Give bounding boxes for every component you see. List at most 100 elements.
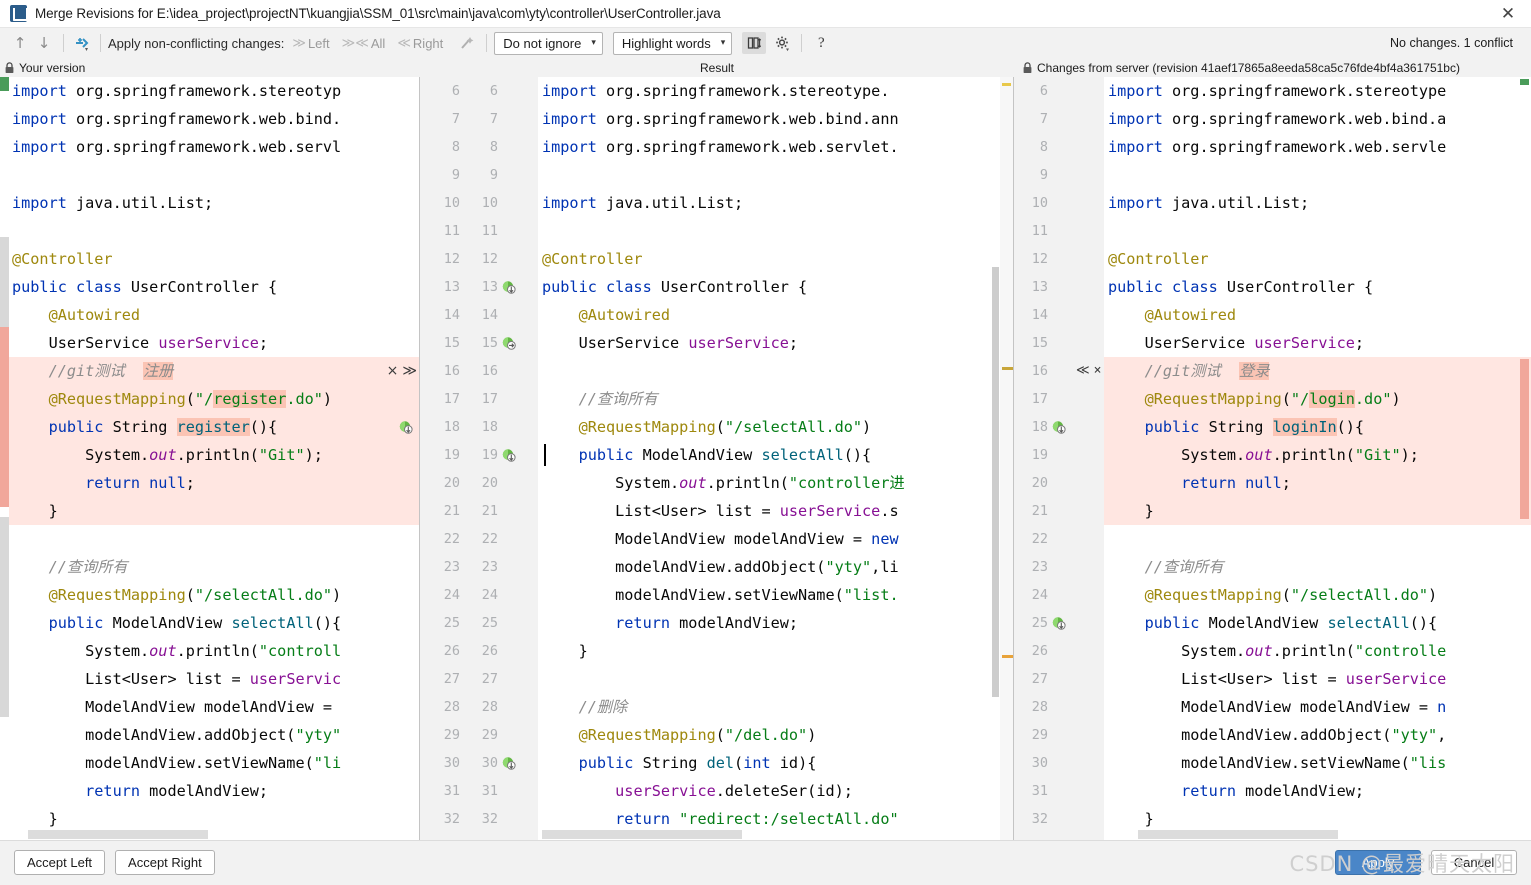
- result-code-content[interactable]: import org.springframework.stereotype. im…: [542, 77, 1013, 840]
- gutter-icon-slot[interactable]: [502, 560, 524, 574]
- result-editor-pane[interactable]: 6 6 7 7 8 8 9 9 10 10 11 11 12 12 13 13 14 14 15 15 16 16 17 17…: [420, 77, 1014, 840]
- apply-all-button[interactable]: ≫≪ All: [342, 36, 386, 51]
- remove-conflict-icon[interactable]: ×: [387, 363, 399, 379]
- right-horizontal-scrollbar[interactable]: [1014, 829, 1531, 840]
- gutter-icon-slot[interactable]: [1052, 196, 1072, 210]
- gutter-icon-slot[interactable]: [1052, 644, 1072, 658]
- gutter-icon-slot[interactable]: [1052, 784, 1072, 798]
- accept-right-button[interactable]: Accept Right: [115, 850, 215, 875]
- result-hscroll-thumb[interactable]: [542, 830, 742, 839]
- left-code-content[interactable]: import org.springframework.stereotyp impo…: [12, 77, 419, 840]
- cancel-button[interactable]: Cancel: [1431, 850, 1517, 875]
- gutter-icon-slot[interactable]: [1052, 448, 1072, 462]
- gutter-icon-slot[interactable]: [502, 280, 524, 294]
- gutter-icon-slot[interactable]: [502, 196, 524, 210]
- gutter-icon-slot[interactable]: [1052, 392, 1072, 406]
- accept-left-button[interactable]: Accept Left: [14, 850, 106, 875]
- gutter-icon-slot[interactable]: [1052, 364, 1072, 378]
- gutter-icon-slot[interactable]: [502, 448, 524, 462]
- gutter-icon-slot[interactable]: [1052, 616, 1072, 630]
- right-editor-pane[interactable]: 6 7 8 9 10 11 12 13 14 15 16 ≪ × 17 18 19 20 21 22 23 24 25 26…: [1014, 77, 1531, 840]
- gutter-icon-slot[interactable]: [1052, 168, 1072, 182]
- right-hscroll-thumb[interactable]: [1138, 830, 1338, 839]
- gutter-icon-slot[interactable]: [1052, 756, 1072, 770]
- gutter-icon-slot[interactable]: [1052, 224, 1072, 238]
- override-icon[interactable]: [399, 420, 413, 434]
- result-error-stripe[interactable]: [1000, 77, 1013, 840]
- right-code-content[interactable]: import org.springframework.stereotype imp…: [1108, 77, 1531, 840]
- gutter-icon-slot[interactable]: [1052, 728, 1072, 742]
- gutter-icon-slot[interactable]: [1052, 672, 1072, 686]
- left-horizontal-scrollbar[interactable]: [0, 829, 419, 840]
- gutter-icon-slot[interactable]: [502, 756, 524, 770]
- gutter-icon-slot[interactable]: [502, 644, 524, 658]
- push-left-icon[interactable]: ≪: [1076, 357, 1090, 385]
- next-difference-icon[interactable]: ↓: [32, 31, 56, 55]
- gutter-icon-slot[interactable]: [502, 364, 524, 378]
- gutter-icon-slot[interactable]: [1052, 812, 1072, 826]
- gutter-icon-slot[interactable]: [1052, 420, 1072, 434]
- gutter-icon-slot[interactable]: [502, 420, 524, 434]
- gutter-icon-slot[interactable]: [1052, 560, 1072, 574]
- result-vscroll-thumb[interactable]: [992, 267, 999, 697]
- gear-icon[interactable]: [770, 32, 794, 54]
- code-token: }: [1108, 502, 1154, 520]
- gutter-icon-slot[interactable]: [1052, 280, 1072, 294]
- gutter-icon-slot[interactable]: [502, 224, 524, 238]
- gutter-icon-slot[interactable]: [1052, 84, 1072, 98]
- previous-difference-icon[interactable]: ↑: [8, 31, 32, 55]
- gutter-icon-slot[interactable]: [1052, 252, 1072, 266]
- gutter-icon-slot[interactable]: [502, 252, 524, 266]
- gutter-icon-slot[interactable]: [1052, 504, 1072, 518]
- gutter-icon-slot[interactable]: [502, 392, 524, 406]
- gutter-icon-slot[interactable]: [1052, 476, 1072, 490]
- warning-marker[interactable]: [1002, 83, 1011, 86]
- magic-resolve-icon[interactable]: [455, 31, 479, 55]
- gutter-icon-slot[interactable]: [502, 168, 524, 182]
- gutter-icon-slot[interactable]: [502, 308, 524, 322]
- gutter-icon-slot[interactable]: [502, 700, 524, 714]
- gutter-icon-slot[interactable]: [502, 616, 524, 630]
- warning-marker[interactable]: [1002, 655, 1013, 658]
- gutter-icon-slot[interactable]: [502, 476, 524, 490]
- gutter-icon-slot[interactable]: [502, 532, 524, 546]
- gutter-icon-slot[interactable]: [502, 504, 524, 518]
- ignore-policy-select[interactable]: Do not ignore ▾: [494, 31, 603, 55]
- apply-left-button[interactable]: ≫ Left: [292, 36, 329, 51]
- right-error-stripe[interactable]: [1518, 77, 1531, 840]
- result-vertical-scrollbar[interactable]: [991, 77, 1000, 840]
- gutter-icon-slot[interactable]: [502, 812, 524, 826]
- gutter-icon-slot[interactable]: [502, 140, 524, 154]
- result-horizontal-scrollbar[interactable]: [420, 829, 1013, 840]
- gutter-icon-slot[interactable]: [502, 84, 524, 98]
- code-token: @RequestMapping: [578, 418, 716, 436]
- highlight-policy-select[interactable]: Highlight words ▾: [612, 31, 733, 55]
- gutter-icon-slot[interactable]: [502, 728, 524, 742]
- editor-layout-icon[interactable]: [742, 32, 767, 54]
- warning-marker[interactable]: [1002, 367, 1013, 370]
- apply-button[interactable]: Apply: [1335, 850, 1421, 875]
- gutter-icon-slot[interactable]: [1052, 140, 1072, 154]
- apply-non-conflicting-icon[interactable]: [71, 32, 93, 54]
- gutter-icon-slot[interactable]: [502, 784, 524, 798]
- left-editor-pane[interactable]: import org.springframework.stereotyp impo…: [0, 77, 420, 840]
- gutter-icon-slot[interactable]: [1052, 112, 1072, 126]
- gutter-icon-slot[interactable]: [1052, 336, 1072, 350]
- gutter-icon-slot[interactable]: [502, 672, 524, 686]
- push-right-icon[interactable]: ≫: [402, 363, 417, 379]
- gutter-icon-slot[interactable]: [502, 588, 524, 602]
- gutter-icon-slot[interactable]: [502, 336, 524, 350]
- gutter-icon-slot[interactable]: [1052, 308, 1072, 322]
- gutter-icon-slot[interactable]: [1052, 532, 1072, 546]
- code-token: .println(: [1272, 642, 1355, 660]
- close-icon[interactable]: ✕: [1491, 1, 1525, 27]
- conflict-marker[interactable]: [1520, 359, 1529, 519]
- apply-right-button[interactable]: ≪ Right: [397, 36, 443, 51]
- remove-conflict-icon[interactable]: ×: [1094, 357, 1102, 385]
- gutter-icon-slot[interactable]: [1052, 700, 1072, 714]
- code-line: import org.springframework.web.servle: [1108, 133, 1531, 161]
- help-icon[interactable]: ?: [809, 31, 833, 55]
- gutter-icon-slot[interactable]: [502, 112, 524, 126]
- left-hscroll-thumb[interactable]: [28, 830, 208, 839]
- gutter-icon-slot[interactable]: [1052, 588, 1072, 602]
